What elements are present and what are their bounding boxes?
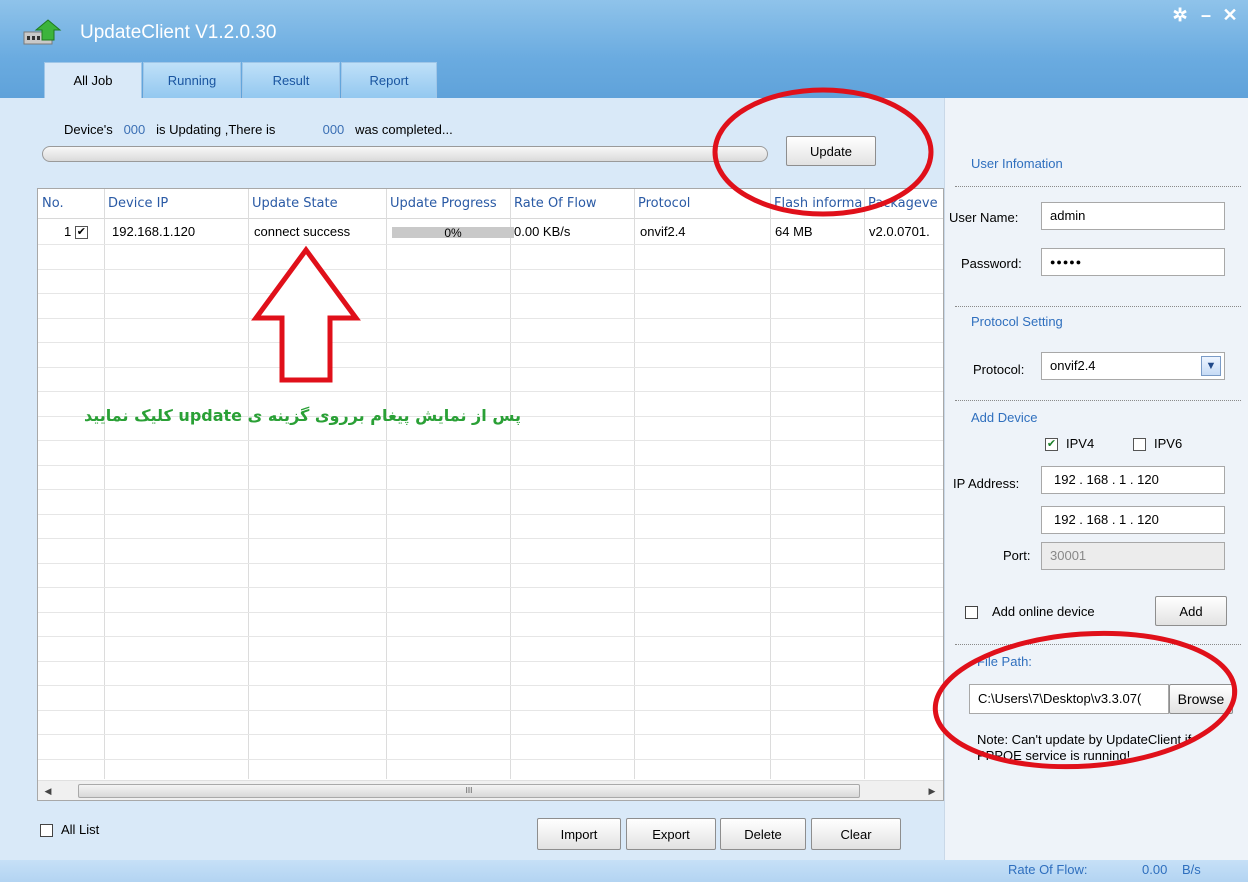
close-button[interactable]: ✕ bbox=[1218, 5, 1242, 26]
file-path-title: File Path: bbox=[977, 654, 1032, 669]
settings-panel: User Infomation User Name: admin Passwor… bbox=[944, 98, 1248, 860]
device-grid: No. Device IP Update State Update Progre… bbox=[37, 188, 944, 801]
scroll-thumb[interactable]: III bbox=[78, 784, 860, 798]
tab-result[interactable]: Result bbox=[242, 62, 340, 98]
pppoe-note: Note: Can't update by UpdateClient,if PP… bbox=[977, 732, 1192, 763]
ipv4-checkbox[interactable]: ✔ bbox=[1045, 438, 1058, 452]
tab-bar: All Job Running Result Report bbox=[44, 62, 438, 98]
row-protocol: onvif2.4 bbox=[640, 224, 686, 239]
row-flash: 64 MB bbox=[775, 224, 813, 239]
status-bar: Rate Of Flow: 0.00 B/s bbox=[0, 860, 1248, 882]
chevron-down-icon[interactable]: ▼ bbox=[1201, 356, 1221, 376]
settings-gear-icon[interactable]: ✲ bbox=[1168, 5, 1192, 26]
add-online-device-checkbox[interactable] bbox=[965, 606, 978, 620]
protocol-select-value: onvif2.4 bbox=[1050, 358, 1096, 373]
port-input[interactable]: 30001 bbox=[1041, 542, 1225, 570]
password-label: Password: bbox=[961, 256, 1022, 271]
row-device-ip: 192.168.1.120 bbox=[112, 224, 196, 239]
ipv6-checkbox[interactable] bbox=[1133, 438, 1146, 452]
col-device-ip[interactable]: Device IP bbox=[104, 189, 248, 219]
ip-address-label: IP Address: bbox=[953, 476, 1020, 491]
col-flash-info[interactable]: Flash informa bbox=[770, 189, 864, 219]
scroll-left-icon[interactable]: ◀ bbox=[40, 783, 56, 799]
rate-of-flow-value: 0.00 bbox=[1142, 862, 1168, 877]
password-input[interactable]: ●●●●● bbox=[1041, 248, 1225, 276]
row-update-state: connect success bbox=[254, 224, 351, 239]
completed-count: 000 bbox=[322, 122, 345, 137]
row-cell-no: 1 ✔ bbox=[60, 220, 104, 244]
rate-of-flow-label: Rate Of Flow: bbox=[1008, 862, 1088, 877]
ip-end-input[interactable]: 192 . 168 . 1 . 120 bbox=[1041, 506, 1225, 534]
col-update-progress[interactable]: Update Progress bbox=[386, 189, 510, 219]
tab-report[interactable]: Report bbox=[341, 62, 437, 98]
clear-button[interactable]: Clear bbox=[811, 818, 901, 850]
row-rate-of-flow: 0.00 KB/s bbox=[514, 224, 571, 239]
annotation-text: پس از نمایش پیغام برروی گزینه ی update ک… bbox=[84, 406, 521, 425]
port-label: Port: bbox=[1003, 548, 1031, 563]
ipv6-label: IPV6 bbox=[1154, 436, 1183, 451]
add-online-device-label: Add online device bbox=[992, 604, 1095, 619]
protocol-label: Protocol: bbox=[973, 362, 1025, 377]
col-no[interactable]: No. bbox=[38, 189, 104, 219]
add-online-device-option[interactable]: Add online device bbox=[965, 604, 1095, 620]
col-package-version[interactable]: Packageve bbox=[864, 189, 943, 219]
row-checkbox[interactable]: ✔ bbox=[74, 226, 88, 240]
app-title: UpdateClient V1.2.0.30 bbox=[80, 22, 277, 43]
file-path-input[interactable]: C:\Users\7\Desktop\v3.3.07( bbox=[969, 684, 1169, 714]
protocol-select[interactable]: onvif2.4 ▼ bbox=[1041, 352, 1225, 380]
status-middle: is Updating ,There is bbox=[156, 122, 276, 137]
tab-running[interactable]: Running bbox=[143, 62, 241, 98]
import-button[interactable]: Import bbox=[537, 818, 621, 850]
title-bar[interactable]: UpdateClient V1.2.0.30 ✲ – ✕ All Job Run… bbox=[0, 0, 1248, 98]
all-list-label: All List bbox=[61, 822, 100, 837]
add-device-title: Add Device bbox=[971, 410, 1038, 425]
row-number: 1 bbox=[64, 224, 72, 239]
row-progress-text: 0% bbox=[444, 226, 462, 240]
col-protocol[interactable]: Protocol bbox=[634, 189, 770, 219]
ipv6-option[interactable]: IPV6 bbox=[1133, 436, 1183, 452]
tab-all-job[interactable]: All Job bbox=[44, 62, 142, 98]
minimize-button[interactable]: – bbox=[1194, 5, 1218, 26]
user-info-title: User Infomation bbox=[971, 156, 1063, 171]
app-router-icon bbox=[23, 19, 62, 45]
update-button[interactable]: Update bbox=[786, 136, 876, 166]
export-button[interactable]: Export bbox=[626, 818, 716, 850]
ipv4-label: IPV4 bbox=[1066, 436, 1095, 451]
username-label: User Name: bbox=[949, 210, 1019, 225]
status-suffix: was completed... bbox=[355, 122, 453, 137]
horizontal-scrollbar[interactable]: ◀ III ▶ bbox=[38, 780, 943, 800]
ipv4-option[interactable]: ✔ IPV4 bbox=[1045, 436, 1095, 452]
scroll-right-icon[interactable]: ▶ bbox=[924, 783, 940, 799]
rate-of-flow-unit: B/s bbox=[1182, 862, 1201, 877]
delete-button[interactable]: Delete bbox=[720, 818, 806, 850]
table-row[interactable]: 1 ✔ 192.168.1.120 connect success 0% 0.0… bbox=[38, 220, 943, 244]
add-button[interactable]: Add bbox=[1155, 596, 1227, 626]
all-list-checkbox[interactable]: All List bbox=[40, 822, 100, 838]
all-list-box[interactable] bbox=[40, 824, 53, 838]
browse-button[interactable]: Browse bbox=[1169, 684, 1233, 714]
col-rate-of-flow[interactable]: Rate Of Flow bbox=[510, 189, 634, 219]
username-input[interactable]: admin bbox=[1041, 202, 1225, 230]
update-client-window: UpdateClient V1.2.0.30 ✲ – ✕ All Job Run… bbox=[0, 0, 1248, 882]
updating-count: 000 bbox=[123, 122, 146, 137]
ip-start-input[interactable]: 192 . 168 . 1 . 120 bbox=[1041, 466, 1225, 494]
job-panel: Device's 000 is Updating ,There is 000 w… bbox=[0, 98, 944, 860]
protocol-setting-title: Protocol Setting bbox=[971, 314, 1063, 329]
status-prefix: Device's bbox=[64, 122, 113, 137]
grid-header: No. Device IP Update State Update Progre… bbox=[38, 189, 943, 219]
overall-progress-bar bbox=[42, 146, 768, 162]
row-package: v2.0.0701. bbox=[869, 224, 930, 239]
update-status-line: Device's 000 is Updating ,There is 000 w… bbox=[64, 122, 453, 137]
col-update-state[interactable]: Update State bbox=[248, 189, 386, 219]
